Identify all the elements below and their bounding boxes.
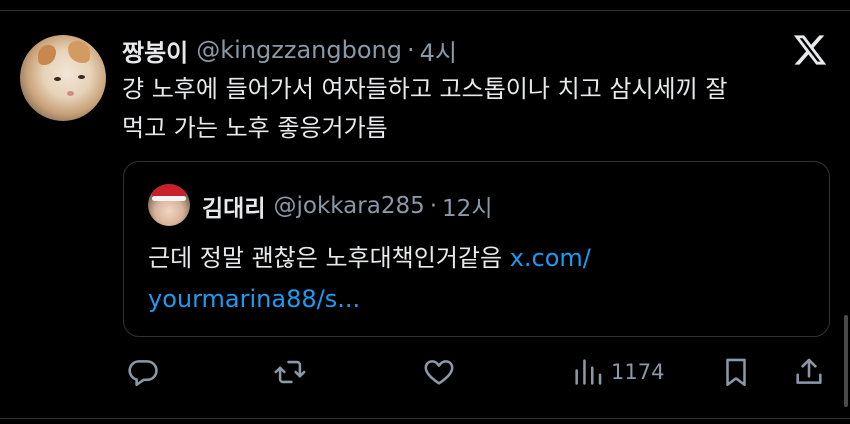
author-handle[interactable]: @kingzzangbong [196,36,402,64]
author-name[interactable]: 짱봉이 [122,33,188,68]
tweet-time[interactable]: 4시 [420,33,457,68]
views-icon [575,359,602,385]
heart-icon [424,360,454,385]
bottom-divider [0,418,850,419]
top-divider [0,10,850,11]
scrollbar[interactable] [844,315,848,407]
quote-header: 김대리 @jokkara285 · 12시 [202,189,492,223]
quote-author-name: 김대리 [202,196,266,222]
quote-text: 근데 정말 괜찮은 노후대책인거같음 x.com/ yourmarina88/s… [148,238,808,320]
bookmark-icon [726,358,746,387]
views-button[interactable]: 1174 [571,350,664,394]
x-logo-icon [791,32,829,68]
views-count: 1174 [611,360,665,384]
reply-icon [128,360,158,387]
retweet-icon [274,360,306,384]
tweet-text-line: 먹고 가는 노후 좋응거가틈 [122,114,388,142]
bookmark-button[interactable] [719,350,753,394]
separator-dot: · [429,193,438,219]
share-icon [796,358,822,384]
share-button[interactable] [792,350,826,394]
separator-dot: · [406,36,415,64]
tweet-header: 짱봉이 @kingzzangbong · 4시 [122,30,457,70]
tweet-text-line: 걍 노후에 들어가서 여자들하고 고스톱이나 치고 삼시세끼 잘 [122,75,728,103]
quote-author-handle: @jokkara285 [273,193,425,219]
like-button[interactable] [422,350,456,394]
quote-link[interactable]: x.com/ [510,244,591,272]
reply-button[interactable] [126,350,160,394]
quote-body: 근데 정말 괜찮은 노후대책인거같음 [148,244,510,272]
quoted-tweet[interactable]: 김대리 @jokkara285 · 12시 근데 정말 괜찮은 노후대책인거같음… [123,161,830,337]
tweet-text: 걍 노후에 들어가서 여자들하고 고스톱이나 치고 삼시세끼 잘 먹고 가는 노… [122,70,822,148]
retweet-button[interactable] [273,350,307,394]
avatar[interactable] [20,35,106,121]
quote-time: 12시 [442,196,493,222]
action-bar: 1174 [0,350,850,394]
quote-link-continued[interactable]: yourmarina88/s... [148,285,360,313]
quote-avatar[interactable] [148,184,190,226]
